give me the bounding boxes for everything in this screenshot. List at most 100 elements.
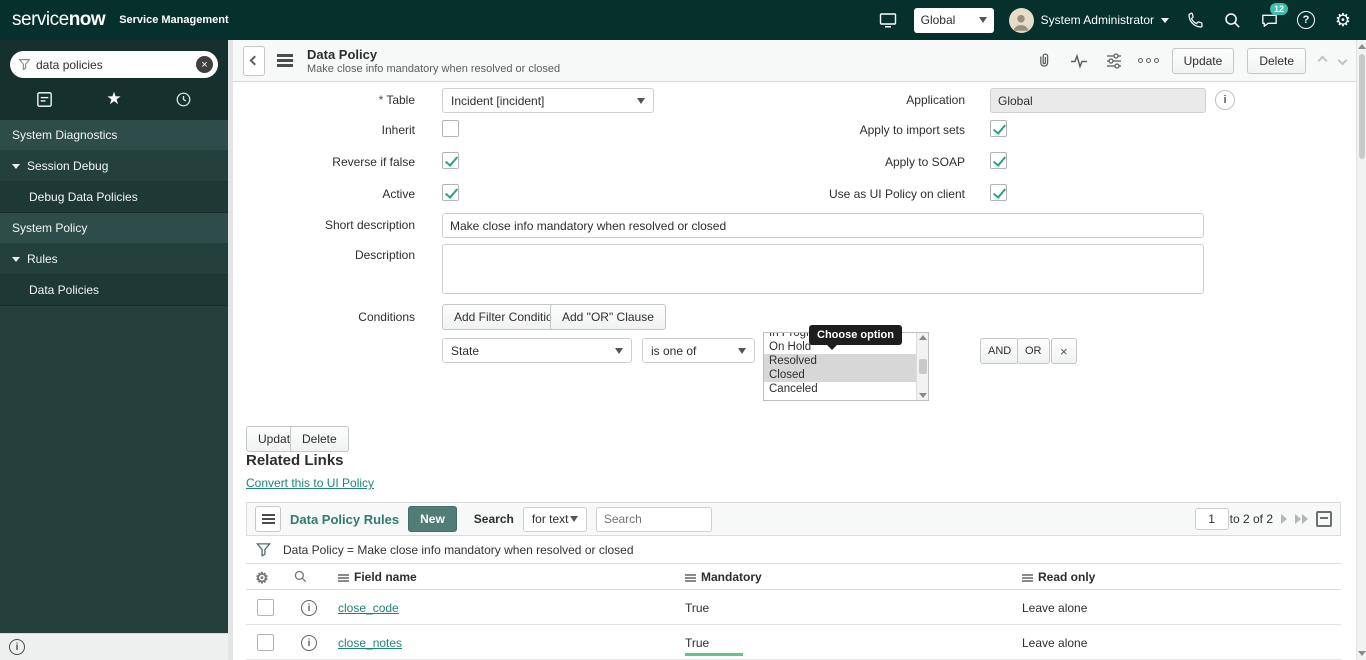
convert-to-ui-policy-link[interactable]: Convert this to UI Policy <box>246 476 374 490</box>
use-as-ui-policy-checkbox[interactable] <box>990 184 1007 201</box>
delete-button[interactable]: Delete <box>1247 47 1306 74</box>
description-label: Description <box>354 248 415 262</box>
all-applications-tab[interactable] <box>25 81 65 117</box>
navigator-search[interactable] <box>10 51 218 78</box>
scroll-thumb[interactable] <box>918 359 927 374</box>
collapse-list-icon[interactable] <box>1316 511 1332 527</box>
description-textarea[interactable] <box>442 244 1204 294</box>
row-field-link[interactable]: close_notes <box>338 636 402 650</box>
sidebar-item-system-policy[interactable]: System Policy <box>0 213 228 244</box>
row-checkbox[interactable] <box>257 634 274 651</box>
favorites-tab[interactable] <box>94 81 134 117</box>
table-value: Incident [incident] <box>451 93 545 108</box>
short-description-input[interactable] <box>442 213 1204 238</box>
column-header-field-name[interactable]: Field name <box>338 570 417 584</box>
delete-condition-button[interactable]: × <box>1051 338 1077 364</box>
activity-stream-icon[interactable] <box>1068 50 1090 72</box>
conditions-label: Conditions <box>358 310 415 324</box>
scroll-up-icon[interactable] <box>1358 44 1366 49</box>
condition-field-select[interactable]: State <box>442 338 632 363</box>
delete-button-bottom[interactable]: Delete <box>290 426 349 452</box>
and-button[interactable]: AND <box>980 338 1020 364</box>
table-select[interactable]: Incident [incident] <box>442 88 654 113</box>
option-resolved[interactable]: Resolved <box>764 354 916 368</box>
search-icon[interactable] <box>1221 9 1243 31</box>
apply-to-import-sets-checkbox[interactable] <box>990 120 1007 137</box>
chat-icon[interactable]: 12 <box>1258 3 1288 31</box>
sidebar-item-data-policies[interactable]: Data Policies <box>0 275 228 306</box>
option-canceled[interactable]: Canceled <box>764 382 916 396</box>
display-icon[interactable] <box>877 9 899 31</box>
column-header-read-only[interactable]: Read only <box>1022 570 1095 584</box>
list-context-menu-icon[interactable] <box>255 506 281 532</box>
new-button[interactable]: New <box>408 506 457 532</box>
scroll-up-icon[interactable] <box>918 335 927 340</box>
list-search-input[interactable] <box>595 506 712 532</box>
application-info-icon[interactable] <box>1215 90 1235 110</box>
related-links-heading: Related Links <box>246 452 344 469</box>
condition-operator-select[interactable]: is one of <box>642 338 755 363</box>
personalize-form-icon[interactable] <box>1103 50 1125 72</box>
apply-to-soap-checkbox[interactable] <box>990 152 1007 169</box>
add-or-clause-button[interactable]: Add "OR" Clause <box>550 304 666 330</box>
funnel-icon[interactable] <box>256 542 271 557</box>
previous-record-icon[interactable] <box>1317 55 1328 66</box>
more-options-icon[interactable] <box>1137 58 1159 63</box>
info-icon[interactable] <box>9 639 25 655</box>
list-settings-icon[interactable] <box>251 567 273 589</box>
list-title[interactable]: Data Policy Rules <box>290 512 399 527</box>
row-info-icon[interactable] <box>301 635 317 651</box>
list-breadcrumb[interactable]: Data Policy = Make close info mandatory … <box>283 543 634 557</box>
sidebar-item-system-diagnostics[interactable]: System Diagnostics <box>0 120 228 151</box>
app-header: servicenow Service Management Global Sys… <box>0 0 1366 40</box>
scroll-down-icon[interactable] <box>918 393 927 398</box>
inherit-checkbox[interactable] <box>442 120 459 137</box>
form-context-menu-icon[interactable] <box>277 54 293 57</box>
navigator-tabs <box>10 78 218 120</box>
row-mandatory-value[interactable]: True <box>685 636 709 650</box>
help-icon[interactable]: ? <box>1295 9 1317 31</box>
multiselect-scrollbar[interactable] <box>916 333 928 400</box>
application-scope-select[interactable]: Global <box>913 7 994 33</box>
record-header-bar: Data Policy Make close info mandatory wh… <box>233 40 1356 82</box>
active-checkbox[interactable] <box>442 184 459 201</box>
row-field-link[interactable]: close_code <box>338 601 399 615</box>
menu-window-icon <box>37 91 52 107</box>
scroll-down-icon[interactable] <box>1358 651 1366 656</box>
gear-icon[interactable] <box>1332 9 1354 31</box>
back-button[interactable] <box>243 45 265 76</box>
update-button[interactable]: Update <box>1171 47 1235 74</box>
application-navigator: System Diagnostics Session Debug Debug D… <box>0 40 228 660</box>
navigator-search-input[interactable] <box>36 57 191 72</box>
next-page-icon[interactable] <box>1281 514 1287 524</box>
search-type-select[interactable]: for text <box>522 506 587 532</box>
servicenow-logo[interactable]: servicenow <box>12 9 106 31</box>
option-closed[interactable]: Closed <box>764 368 916 382</box>
user-menu[interactable]: System Administrator <box>1008 7 1169 33</box>
last-page-icon[interactable] <box>1295 514 1308 524</box>
row-info-icon[interactable] <box>301 600 317 616</box>
phone-icon[interactable] <box>1184 9 1206 31</box>
column-header-mandatory[interactable]: Mandatory <box>685 570 762 584</box>
row-mandatory-value[interactable]: True <box>685 601 709 615</box>
row-read-only-value[interactable]: Leave alone <box>1022 636 1087 650</box>
sidebar-item-rules[interactable]: Rules <box>0 244 228 275</box>
sidebar-item-debug-data-policies[interactable]: Debug Data Policies <box>0 182 228 213</box>
row-read-only-value[interactable]: Leave alone <box>1022 601 1087 615</box>
next-record-icon[interactable] <box>1337 55 1348 66</box>
page-number-input[interactable] <box>1194 508 1229 530</box>
history-tab[interactable] <box>163 81 203 117</box>
search-type-value: for text <box>531 512 569 526</box>
scroll-thumb[interactable] <box>1358 54 1365 159</box>
navigator-search-area <box>0 40 228 120</box>
or-button[interactable]: OR <box>1017 338 1050 364</box>
main-scrollbar[interactable] <box>1356 40 1366 660</box>
reverse-if-false-checkbox[interactable] <box>442 152 459 169</box>
chevron-down-icon <box>1161 17 1169 23</box>
sidebar-item-session-debug[interactable]: Session Debug <box>0 151 228 182</box>
application-field[interactable] <box>990 88 1206 113</box>
attachment-icon[interactable] <box>1033 50 1055 72</box>
row-checkbox[interactable] <box>257 599 274 616</box>
clear-search-icon[interactable] <box>196 56 213 73</box>
list-search-rows-icon[interactable] <box>293 569 308 587</box>
